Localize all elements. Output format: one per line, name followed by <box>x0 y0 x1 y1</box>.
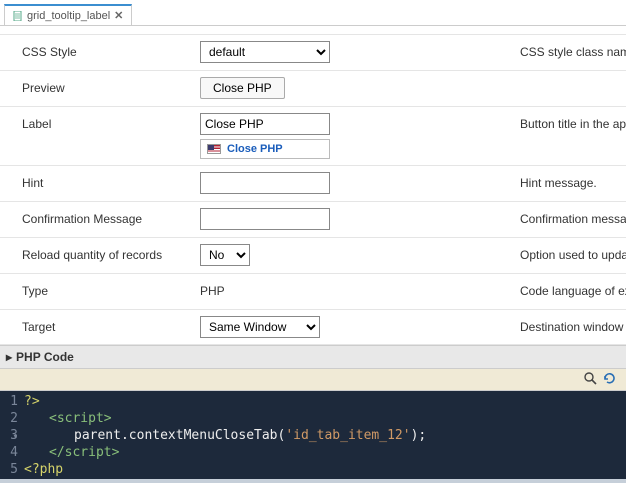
row-css-style: CSS Style default CSS style class nam <box>0 34 626 70</box>
code-toolbar <box>0 369 626 391</box>
label-reload: Reload quantity of records <box>0 244 200 262</box>
tab-active[interactable]: grid_tooltip_label ✕ <box>4 4 132 25</box>
lang-text: Close PHP <box>227 143 283 155</box>
desc-label: Button title in the ap <box>400 113 626 131</box>
code-content[interactable]: ?> <script> parent.contextMenuCloseTab('… <box>24 391 426 479</box>
code-line-5: <?php <box>24 462 63 477</box>
form-area: CSS Style default CSS style class nam Pr… <box>0 26 626 345</box>
row-type: Type PHP Code language of ex <box>0 273 626 309</box>
desc-target: Destination window <box>400 316 626 334</box>
search-icon[interactable] <box>584 372 597 388</box>
caret-icon: ▸ <box>6 350 12 364</box>
tab-bar: grid_tooltip_label ✕ <box>0 0 626 26</box>
tab-title: grid_tooltip_label <box>27 10 110 22</box>
select-css-style[interactable]: default <box>200 41 330 63</box>
label-css-style: CSS Style <box>0 41 200 59</box>
select-reload[interactable]: No <box>200 244 250 266</box>
code-line-4: </script> <box>49 445 119 460</box>
row-label: Label Close PHP Button title in the ap <box>0 106 626 165</box>
value-type: PHP <box>200 280 225 298</box>
label-type: Type <box>0 280 200 298</box>
desc-type: Code language of ex <box>400 280 626 298</box>
label-preview: Preview <box>0 77 200 95</box>
lang-variant[interactable]: Close PHP <box>200 139 330 159</box>
row-hint: Hint Hint message. <box>0 165 626 201</box>
desc-css-style: CSS style class nam <box>400 41 626 59</box>
desc-preview <box>400 77 626 81</box>
us-flag-icon <box>207 144 221 154</box>
row-reload: Reload quantity of records No Option use… <box>0 237 626 273</box>
select-target[interactable]: Same Window <box>200 316 320 338</box>
input-hint[interactable] <box>200 172 330 194</box>
row-preview: Preview Close PHP <box>0 70 626 106</box>
gutter: 1 2▾ 3 4 5 <box>0 391 24 479</box>
label-target: Target <box>0 316 200 334</box>
row-confirm: Confirmation Message Confirmation messa <box>0 201 626 237</box>
label-confirm: Confirmation Message <box>0 208 200 226</box>
desc-reload: Option used to upda <box>400 244 626 262</box>
preview-button[interactable]: Close PHP <box>200 77 285 99</box>
refresh-icon[interactable] <box>603 372 616 388</box>
row-target: Target Same Window Destination window <box>0 309 626 345</box>
label-label: Label <box>0 113 200 131</box>
desc-confirm: Confirmation messa <box>400 208 626 226</box>
section-php-code[interactable]: ▸ PHP Code <box>0 345 626 369</box>
input-confirm[interactable] <box>200 208 330 230</box>
file-icon <box>13 11 23 21</box>
close-icon[interactable]: ✕ <box>114 9 123 22</box>
desc-hint: Hint message. <box>400 172 626 190</box>
code-line-1: ?> <box>24 394 40 409</box>
input-label[interactable] <box>200 113 330 135</box>
code-line-2: <script> <box>49 411 112 426</box>
code-editor[interactable]: 1 2▾ 3 4 5 ?> <script> parent.contextMen… <box>0 391 626 483</box>
label-hint: Hint <box>0 172 200 190</box>
section-title: PHP Code <box>16 350 74 364</box>
